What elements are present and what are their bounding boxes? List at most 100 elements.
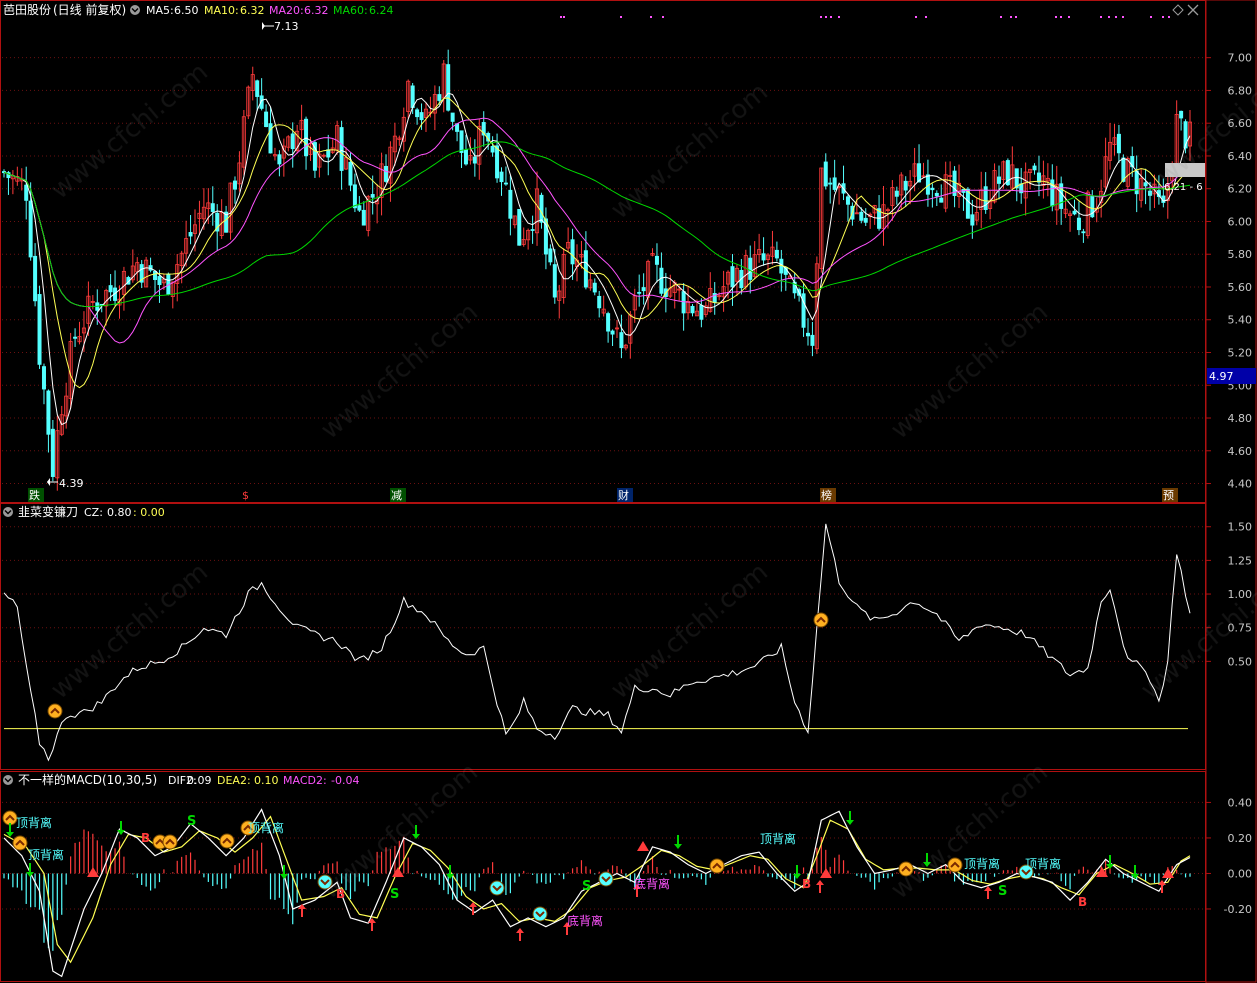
icon-circle xyxy=(813,612,829,628)
ma5-label: MA5: xyxy=(146,4,174,17)
signal-label: 底背离 xyxy=(634,876,670,891)
panel-toggle-icon[interactable] xyxy=(3,775,13,785)
signal-label: 底背离 xyxy=(567,913,603,928)
candle-body xyxy=(46,390,51,435)
macd-label: MACD2: xyxy=(283,774,327,787)
price-tick-label: 4.40 xyxy=(1228,478,1253,491)
candle-body xyxy=(495,145,500,179)
candle-body xyxy=(1014,168,1019,189)
event-marker xyxy=(915,16,917,18)
candle-body xyxy=(903,180,908,191)
candle-body xyxy=(659,267,664,294)
candle-body xyxy=(28,200,33,258)
candle-body xyxy=(810,334,815,346)
candle-body xyxy=(654,255,659,265)
event-marker xyxy=(1150,16,1152,18)
buy-signal: B xyxy=(1078,895,1087,909)
red-up-arrow-icon xyxy=(816,880,824,893)
macd-indicator-plot xyxy=(2,808,1191,978)
price-axes: 7.006.806.606.406.206.005.805.605.405.20… xyxy=(1206,52,1252,916)
watermark-text: www.cfchi.com xyxy=(315,297,484,445)
event-marker xyxy=(830,16,832,18)
candle-body xyxy=(24,184,29,201)
candle-body xyxy=(352,184,357,209)
buy-marker-icon xyxy=(813,612,829,628)
candle-body xyxy=(970,214,975,226)
cz-tick-label: 0.50 xyxy=(1228,655,1253,668)
candle-body xyxy=(606,313,611,332)
event-label-rank[interactable]: 榜 xyxy=(821,488,832,502)
window-control-icons[interactable] xyxy=(1172,4,1199,16)
stock-name: 芭田股份 xyxy=(3,3,51,17)
dif2-line xyxy=(3,808,1191,978)
buy-marker-icon xyxy=(12,835,28,851)
candle-body xyxy=(641,287,646,292)
event-marker xyxy=(560,16,562,18)
event-labels: 跌 $ 减 财 榜 预 xyxy=(28,488,1178,502)
icon-circle xyxy=(162,834,178,850)
red-up-arrow-icon xyxy=(984,886,992,899)
candle-body xyxy=(37,294,42,365)
candle-body xyxy=(1081,231,1086,234)
event-label-dollar[interactable]: $ xyxy=(242,489,249,502)
buy-signal: B xyxy=(802,877,811,891)
candle-body xyxy=(437,94,442,101)
event-marker xyxy=(1010,16,1012,18)
candle-body xyxy=(1036,172,1041,183)
sell-signal: S xyxy=(390,887,399,902)
ma20-label: MA20: xyxy=(269,4,304,17)
green-down-arrow-icon xyxy=(26,863,34,877)
candle-body xyxy=(828,182,833,185)
candle-body xyxy=(859,211,864,221)
event-marker xyxy=(1122,16,1124,18)
candle-body xyxy=(548,248,553,263)
candle-body xyxy=(619,332,624,349)
candle-body xyxy=(419,112,424,121)
event-label-forecast[interactable]: 预 xyxy=(1163,489,1174,502)
indicator1-header: 韭菜变镰刀 CZ: 0.80 : 0.00 xyxy=(3,504,165,519)
event-label-finance[interactable]: 财 xyxy=(618,488,629,502)
icon-circle xyxy=(12,835,28,851)
price-tick-label: 5.40 xyxy=(1228,314,1253,327)
event-marker xyxy=(662,16,664,18)
red-up-arrow-icon xyxy=(516,928,524,941)
macd-value: -0.04 xyxy=(331,774,359,787)
arrow-head xyxy=(516,928,524,933)
candle-body xyxy=(965,188,970,219)
close-icon xyxy=(1187,4,1199,16)
sell-signal: S xyxy=(582,879,591,894)
panel-toggle-icon[interactable] xyxy=(130,5,140,15)
ma10-value: 6.32 xyxy=(240,4,265,17)
candle-body xyxy=(539,194,544,223)
candle-body xyxy=(232,180,237,190)
event-marker xyxy=(1115,16,1117,18)
icon-circle xyxy=(532,906,548,922)
green-down-arrow-icon xyxy=(674,835,682,849)
candle-body xyxy=(361,209,366,226)
event-label-drop[interactable]: 跌 xyxy=(29,488,40,502)
dea-label: DEA2: xyxy=(217,774,251,787)
event-marker xyxy=(1055,16,1057,18)
candle-body xyxy=(339,127,344,171)
cz-label: CZ: xyxy=(84,506,103,519)
event-marker xyxy=(820,16,822,18)
candle-body xyxy=(530,229,535,231)
arrow-head xyxy=(846,820,854,825)
top-event-markers xyxy=(560,16,1170,18)
event-marker xyxy=(838,16,840,18)
panel-toggle-icon[interactable] xyxy=(3,507,13,517)
price-tick-label: 6.00 xyxy=(1228,215,1253,228)
arrow-head xyxy=(26,872,34,877)
buy-marker-icon xyxy=(709,858,725,874)
watermark-text: www.cfchi.com xyxy=(885,757,1054,905)
macd-tick-label: -0.20 xyxy=(1224,903,1252,916)
event-label-reduce[interactable]: 减 xyxy=(391,489,402,502)
macd-tick-label: 0.20 xyxy=(1228,832,1253,845)
red-triangle-icon xyxy=(392,867,404,877)
ma5-value: 6.50 xyxy=(174,4,199,17)
candle-body xyxy=(188,232,193,237)
candle-body xyxy=(472,156,477,164)
green-down-arrow-icon xyxy=(6,823,14,837)
high-price-label: 7.13 xyxy=(274,20,299,33)
buy-marker-icon xyxy=(219,833,235,849)
